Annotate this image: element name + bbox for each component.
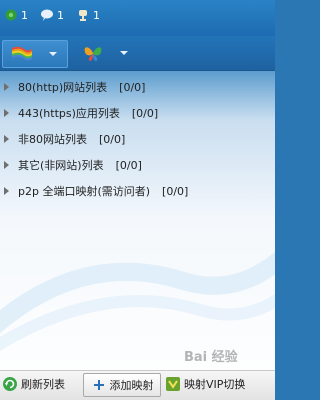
status-item-leaf[interactable]: 1 (4, 7, 28, 23)
expand-arrow-icon[interactable] (4, 187, 9, 195)
status-bar: 1 1 1 (0, 0, 275, 36)
watermark: Bai 经验 (184, 350, 238, 365)
flag-menu-button[interactable] (2, 40, 68, 68)
expand-arrow-icon[interactable] (4, 109, 9, 117)
list-item-name: 80(http)网站列表 (18, 81, 108, 94)
expand-arrow-icon[interactable] (4, 135, 9, 143)
status-count: 1 (93, 8, 100, 22)
expand-arrow-icon[interactable] (4, 161, 9, 169)
chat-icon (41, 9, 53, 21)
list-item-name: 其它(非网站)列表 (18, 159, 104, 172)
list-item[interactable]: p2p 全端口映射(需访问者) [0/0] (0, 178, 275, 204)
add-label: 添加映射 (109, 379, 154, 392)
list-item-name: 非80网站列表 (18, 133, 87, 146)
refresh-list-button[interactable]: 刷新列表 (2, 373, 65, 395)
list-item-count: [0/0] (115, 158, 142, 172)
list-item[interactable]: 非80网站列表 [0/0] (0, 126, 275, 152)
refresh-label: 刷新列表 (21, 378, 65, 391)
toolbar (0, 36, 275, 71)
list-item[interactable]: 其它(非网站)列表 [0/0] (0, 152, 275, 178)
list-item-name: 443(https)应用列表 (18, 107, 120, 120)
refresh-icon (3, 377, 17, 391)
list-item-count: [0/0] (162, 184, 189, 198)
chevron-down-icon[interactable] (120, 51, 128, 55)
list-item[interactable]: 443(https)应用列表 [0/0] (0, 100, 275, 126)
app-window: 1 1 1 80(http)网站列表 [0/0] 443(https)应用列表 … (0, 0, 275, 400)
vip-switch-button[interactable]: 映射VIP切换 (165, 373, 245, 395)
plus-icon (93, 380, 104, 390)
list-item[interactable]: 80(http)网站列表 [0/0] (0, 74, 275, 100)
add-mapping-button[interactable]: 添加映射 (83, 373, 161, 397)
leaf-icon (5, 9, 17, 21)
butterfly-menu-button[interactable] (74, 40, 136, 66)
status-count: 1 (57, 8, 64, 22)
vip-label: 映射VIP切换 (184, 378, 246, 391)
list-item-count: [0/0] (119, 80, 146, 94)
list-item-name: p2p 全端口映射(需访问者) (18, 185, 151, 198)
status-count: 1 (21, 8, 28, 22)
vip-icon (166, 377, 180, 391)
bottom-toolbar: 刷新列表 添加映射 映射VIP切换 (0, 370, 275, 400)
expand-arrow-icon[interactable] (4, 83, 9, 91)
list-item-count: [0/0] (131, 106, 159, 120)
chevron-down-icon[interactable] (49, 52, 57, 56)
status-item-chat[interactable]: 1 (40, 7, 64, 23)
list-item-count: [0/0] (99, 132, 126, 146)
butterfly-icon (84, 47, 102, 61)
trophy-icon (79, 10, 87, 21)
background-swirl (0, 251, 275, 351)
mapping-list: 80(http)网站列表 [0/0] 443(https)应用列表 [0/0] … (0, 74, 275, 204)
status-item-trophy[interactable]: 1 (76, 7, 100, 23)
rainbow-flag-icon (12, 46, 32, 61)
